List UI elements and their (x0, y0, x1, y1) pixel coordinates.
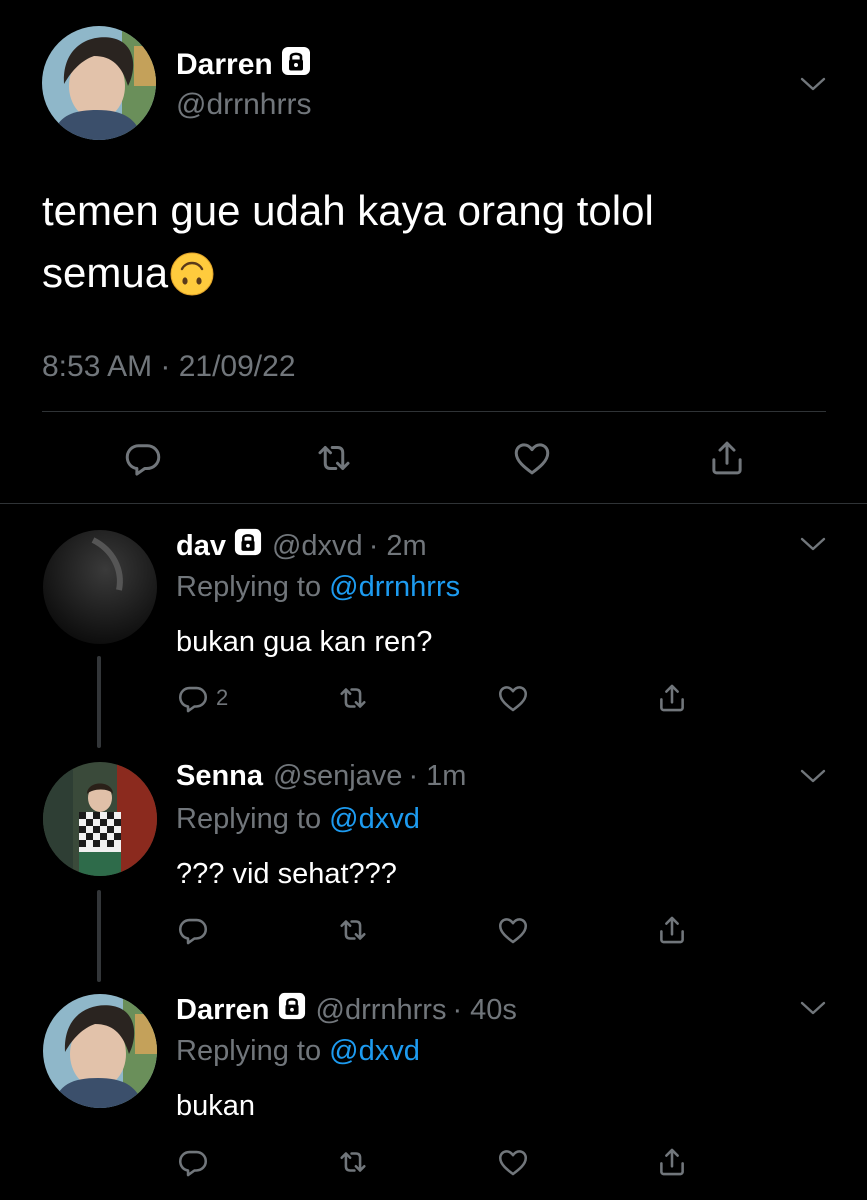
thread-line (97, 890, 101, 982)
reply-header: Darren @drrnhrrs · 40s (176, 992, 517, 1028)
replying-to-prefix: Replying to (176, 571, 322, 603)
reply-header: dav @dxvd · 2m (176, 528, 427, 564)
replying-to-handle[interactable]: @dxvd (329, 1035, 420, 1067)
replying-to: Replying to @dxvd (176, 1035, 420, 1068)
thread-line (97, 656, 101, 748)
retweet-button[interactable] (335, 681, 371, 715)
reply-button[interactable] (122, 437, 164, 479)
reply-icon (178, 686, 208, 713)
chevron-down-icon[interactable] (800, 536, 826, 552)
share-icon (660, 1148, 684, 1176)
reply-author-handle[interactable]: @senjave (273, 760, 402, 793)
reply-author-name[interactable]: dav (176, 530, 226, 563)
like-button[interactable] (510, 437, 554, 479)
replying-to-prefix: Replying to (176, 1035, 322, 1067)
reply-author-name[interactable]: Senna (176, 760, 263, 793)
tweet-text-line2-words: semua (42, 249, 169, 296)
tweet-author-handle[interactable]: @drrnhrrs (176, 88, 311, 122)
reply-button[interactable]: 2 (176, 681, 228, 715)
chevron-down-icon[interactable] (800, 1000, 826, 1016)
share-icon (660, 916, 684, 944)
reply-icon (178, 918, 208, 945)
retweet-icon (340, 920, 366, 940)
reply-time: · 1m (408, 760, 467, 792)
replying-to-prefix: Replying to (176, 803, 322, 835)
reply-button[interactable] (176, 913, 210, 947)
avatar-darren[interactable] (42, 26, 156, 140)
retweet-button[interactable] (335, 913, 371, 947)
like-button[interactable] (495, 681, 531, 715)
retweet-icon (340, 1152, 366, 1172)
replying-to: Replying to @drrnhrrs (176, 571, 460, 604)
reply-text: bukan (176, 1090, 256, 1122)
heart-icon (498, 918, 528, 944)
share-button[interactable] (655, 681, 689, 715)
avatar-dav[interactable] (43, 530, 157, 644)
like-button[interactable] (495, 913, 531, 947)
tweet-timestamp[interactable]: 8:53 AM · 21/09/22 (42, 350, 296, 384)
avatar-darren[interactable] (43, 994, 157, 1108)
share-button[interactable] (655, 913, 689, 947)
like-button[interactable] (495, 1145, 531, 1179)
reply-header: Senna @senjave · 1m (176, 760, 466, 793)
retweet-icon (340, 688, 366, 708)
tweet-text-line2: semua (42, 242, 842, 304)
divider (42, 411, 826, 412)
chevron-down-icon[interactable] (800, 768, 826, 784)
reply-text: ??? vid sehat??? (176, 858, 397, 890)
chevron-down-icon[interactable] (800, 76, 826, 92)
share-button[interactable] (706, 437, 748, 479)
heart-icon (498, 1150, 528, 1176)
reply-count: 2 (216, 685, 229, 710)
replying-to-handle[interactable]: @drrnhrrs (329, 571, 460, 603)
upside-down-face-emoji (170, 251, 214, 296)
reply-time: · 2m (368, 529, 427, 562)
reply-author-handle[interactable]: @dxvd (272, 530, 363, 563)
retweet-button[interactable] (335, 1145, 371, 1179)
retweet-icon (318, 446, 350, 470)
tweet-text: temen gue udah kaya orang tolol semua (42, 180, 842, 304)
lock-icon (234, 528, 262, 564)
divider (0, 503, 867, 504)
reply-text: bukan gua kan ren? (176, 626, 433, 658)
replying-to: Replying to @dxvd (176, 803, 420, 836)
replying-to-handle[interactable]: @dxvd (329, 803, 420, 835)
reply-button[interactable] (176, 1145, 210, 1179)
share-button[interactable] (655, 1145, 689, 1179)
tweet-author-name[interactable]: Darren (176, 46, 311, 84)
author-name[interactable]: Darren (176, 48, 273, 82)
reply-time: · 40s (452, 993, 517, 1026)
reply-author-name[interactable]: Darren (176, 994, 270, 1027)
heart-icon (514, 443, 550, 475)
avatar-senna[interactable] (43, 762, 157, 876)
retweet-button[interactable] (312, 437, 356, 479)
share-icon (712, 441, 742, 475)
reply-icon (125, 444, 161, 476)
tweet-text-line1: temen gue udah kaya orang tolol (42, 187, 654, 234)
share-icon (660, 684, 684, 712)
reply-author-handle[interactable]: @drrnhrrs (316, 994, 447, 1027)
lock-icon (278, 992, 306, 1028)
heart-icon (498, 686, 528, 712)
reply-icon (178, 1150, 208, 1177)
lock-icon (281, 46, 311, 84)
